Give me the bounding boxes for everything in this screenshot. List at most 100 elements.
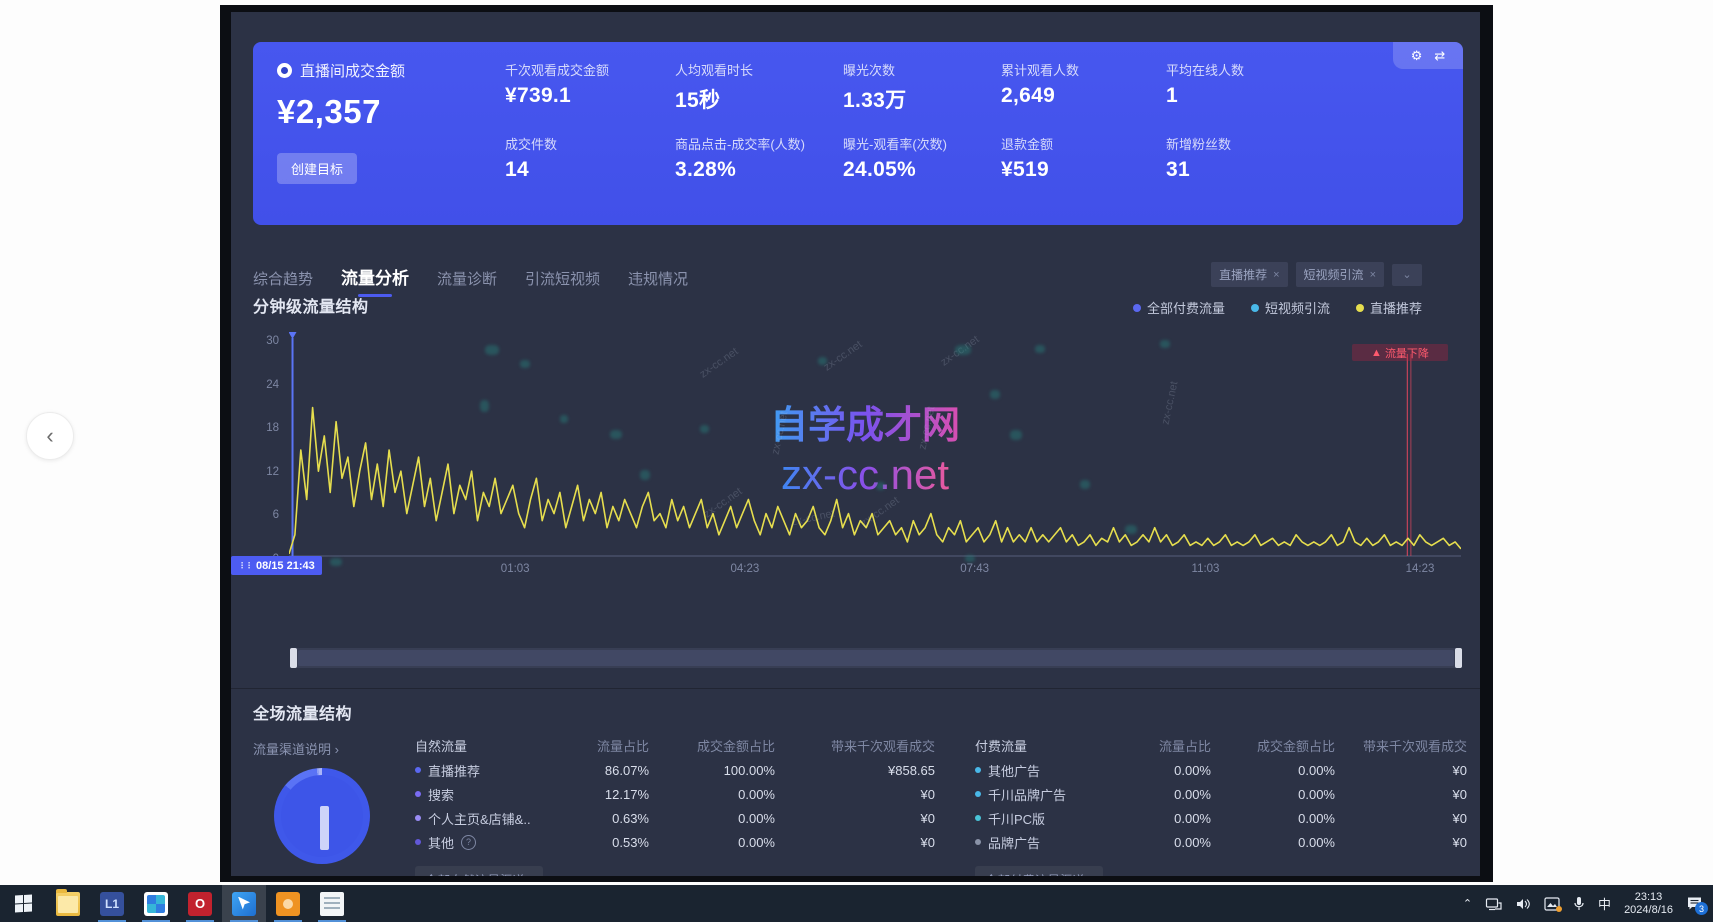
filter-tag-live-recommend[interactable]: 直播推荐 × <box>1211 262 1287 287</box>
tab-short-video[interactable]: 引流短视频 <box>525 268 600 297</box>
close-icon[interactable]: × <box>1370 269 1376 281</box>
all-paid-channels-link[interactable]: 全部付费流量渠道 › <box>975 866 1103 876</box>
channel-filterbar: 直播推荐 × 短视频引流 × ⌄ <box>1211 262 1422 287</box>
windows-logo-icon <box>15 895 32 913</box>
table-row: 个人主页&店铺&.. 0.63% 0.00% ¥0 <box>415 806 935 830</box>
start-button[interactable] <box>0 885 46 922</box>
windows-taskbar: L1 O ⌃ 中 23:13 2024/8/16 <box>0 885 1713 922</box>
traffic-donut-chart[interactable] <box>274 768 370 864</box>
legend-live-recommend[interactable]: 直播推荐 <box>1356 298 1422 317</box>
x-tick: 01:03 <box>501 563 530 575</box>
notification-center-icon[interactable]: 3 <box>1686 896 1703 911</box>
channel-explain-link[interactable]: 流量渠道说明 › <box>253 739 339 758</box>
video-artifact <box>965 555 975 562</box>
metric-cell: 曝光-观看率(次数)24.05% <box>843 134 1001 208</box>
metric-cell: 千次观看成交金额¥739.1 <box>505 60 675 134</box>
live-analytics-dashboard: ⚙ ⇄ 直播间成交金额 ¥2,357 创建目标 千次观看成交金额¥739.1 人… <box>231 12 1480 876</box>
video-artifact <box>700 425 709 433</box>
ime-indicator[interactable]: 中 <box>1598 894 1611 913</box>
close-icon[interactable]: × <box>1273 269 1279 281</box>
video-artifact <box>1010 430 1022 440</box>
range-handle-left[interactable] <box>290 648 297 668</box>
image-tool-icon[interactable] <box>1544 897 1560 911</box>
video-artifact <box>485 345 499 355</box>
system-tray: ⌃ 中 23:13 2024/8/16 3 <box>1463 885 1713 922</box>
video-artifact <box>1035 345 1045 353</box>
metric-cell: 人均观看时长15秒 <box>675 60 843 134</box>
metric-cell: 曝光次数1.33万 <box>843 60 1001 134</box>
metric-grid: 千次观看成交金额¥739.1 人均观看时长15秒 曝光次数1.33万 累计观看人… <box>505 60 1455 208</box>
network-icon[interactable] <box>1485 897 1502 911</box>
x-tick: 11:03 <box>1192 563 1220 575</box>
dashboard-screenshot: ⚙ ⇄ 直播间成交金额 ¥2,357 创建目标 千次观看成交金额¥739.1 人… <box>220 5 1493 882</box>
gmv-title-row: 直播间成交金额 <box>277 60 405 81</box>
chevron-down-icon: ⌄ <box>1402 268 1411 281</box>
donut-center-label <box>320 806 329 850</box>
chart-range-slider[interactable] <box>290 648 1462 668</box>
notepad-icon <box>320 892 344 916</box>
traffic-drop-marker: ▲ 流量下降 <box>1352 344 1448 361</box>
minute-section-title: 分钟级流量结构 <box>253 293 369 317</box>
chart-legend: 全部付费流量 短视频引流 直播推荐 <box>1133 298 1422 317</box>
taskbar-file-explorer[interactable] <box>46 885 90 922</box>
clock[interactable]: 23:13 2024/8/16 <box>1624 891 1673 917</box>
all-natural-channels-link[interactable]: 全部自然流量渠道 › <box>415 866 543 876</box>
metric-cell: 新增粉丝数31 <box>1166 134 1455 208</box>
metric-cell: 平均在线人数1 <box>1166 60 1455 134</box>
watermark-url: zx-cc.net <box>781 451 949 499</box>
section-divider <box>231 688 1480 689</box>
speaker-icon[interactable] <box>1515 897 1531 911</box>
page: ‹ ⚙ ⇄ 直播间成交金额 ¥2,357 创建目标 千次观看成 <box>0 0 1713 922</box>
table-row: 千川PC版 0.00% 0.00% ¥0 <box>975 806 1467 830</box>
help-icon[interactable]: ? <box>461 835 476 850</box>
video-artifact <box>610 430 622 439</box>
table-row: 千川品牌广告 0.00% 0.00% ¥0 <box>975 782 1467 806</box>
tab-traffic-diagnosis[interactable]: 流量诊断 <box>437 268 497 297</box>
taskbar-app-pointer[interactable] <box>222 885 266 922</box>
pointer-app-icon <box>232 892 256 916</box>
range-fill <box>298 650 1454 666</box>
drag-handle-icon: ⋮⋮ <box>238 561 252 570</box>
metric-cell: 商品点击-成交率(人数)3.28% <box>675 134 843 208</box>
tab-violations[interactable]: 违规情况 <box>628 268 688 297</box>
video-artifact <box>1160 340 1170 348</box>
filter-tag-short-video[interactable]: 短视频引流 × <box>1296 262 1384 287</box>
x-tick: 04:23 <box>731 563 760 575</box>
table-row: 直播推荐 86.07% 100.00% ¥858.65 <box>415 758 935 782</box>
taskbar-app-notepad[interactable] <box>310 885 354 922</box>
table-row: 搜索 12.17% 0.00% ¥0 <box>415 782 935 806</box>
table-row: 其他广告 0.00% 0.00% ¥0 <box>975 758 1467 782</box>
legend-short-video[interactable]: 短视频引流 <box>1251 298 1330 317</box>
create-goal-button[interactable]: 创建目标 <box>277 153 357 184</box>
viewer-prev-button[interactable]: ‹ <box>26 412 74 460</box>
gmv-label: 直播间成交金额 <box>300 60 405 81</box>
table-row: 品牌广告 0.00% 0.00% ¥0 <box>975 830 1467 854</box>
metric-cell: 累计观看人数2,649 <box>1001 60 1166 134</box>
legend-dot <box>1133 304 1141 312</box>
tray-chevron-up-icon[interactable]: ⌃ <box>1463 897 1472 910</box>
filter-dropdown[interactable]: ⌄ <box>1392 264 1422 286</box>
metric-cell: 退款金额¥519 <box>1001 134 1166 208</box>
status-dot <box>1556 906 1562 912</box>
taskbar-app-orange[interactable] <box>266 885 310 922</box>
red-o-app-icon: O <box>188 892 212 916</box>
orange-app-icon <box>276 892 300 916</box>
clock-time: 23:13 <box>1635 891 1663 903</box>
taskbar-app-l1[interactable]: L1 <box>90 885 134 922</box>
microphone-icon[interactable] <box>1573 896 1585 911</box>
table-row: 其他? 0.53% 0.00% ¥0 <box>415 830 935 854</box>
legend-dot <box>1251 304 1259 312</box>
video-artifact <box>480 400 489 412</box>
video-artifact <box>876 482 885 490</box>
taskbar-app-red[interactable]: O <box>178 885 222 922</box>
natural-traffic-table: 自然流量 流量占比 成交金额占比 带来千次观看成交 直播推荐 86.07% 10… <box>415 732 935 876</box>
x-tick: 14:23 <box>1406 563 1435 575</box>
legend-paid-traffic[interactable]: 全部付费流量 <box>1133 298 1225 317</box>
range-handle-right[interactable] <box>1455 648 1462 668</box>
time-origin-chip[interactable]: ⋮⋮ 08/15 21:43 <box>231 556 322 575</box>
alert-triangle-icon: ▲ <box>1371 347 1382 359</box>
taskbar-app-tile[interactable] <box>134 885 178 922</box>
table-header: 自然流量 流量占比 成交金额占比 带来千次观看成交 <box>415 732 935 758</box>
clock-date: 2024/8/16 <box>1624 904 1673 916</box>
metric-cell: 成交件数14 <box>505 134 675 208</box>
